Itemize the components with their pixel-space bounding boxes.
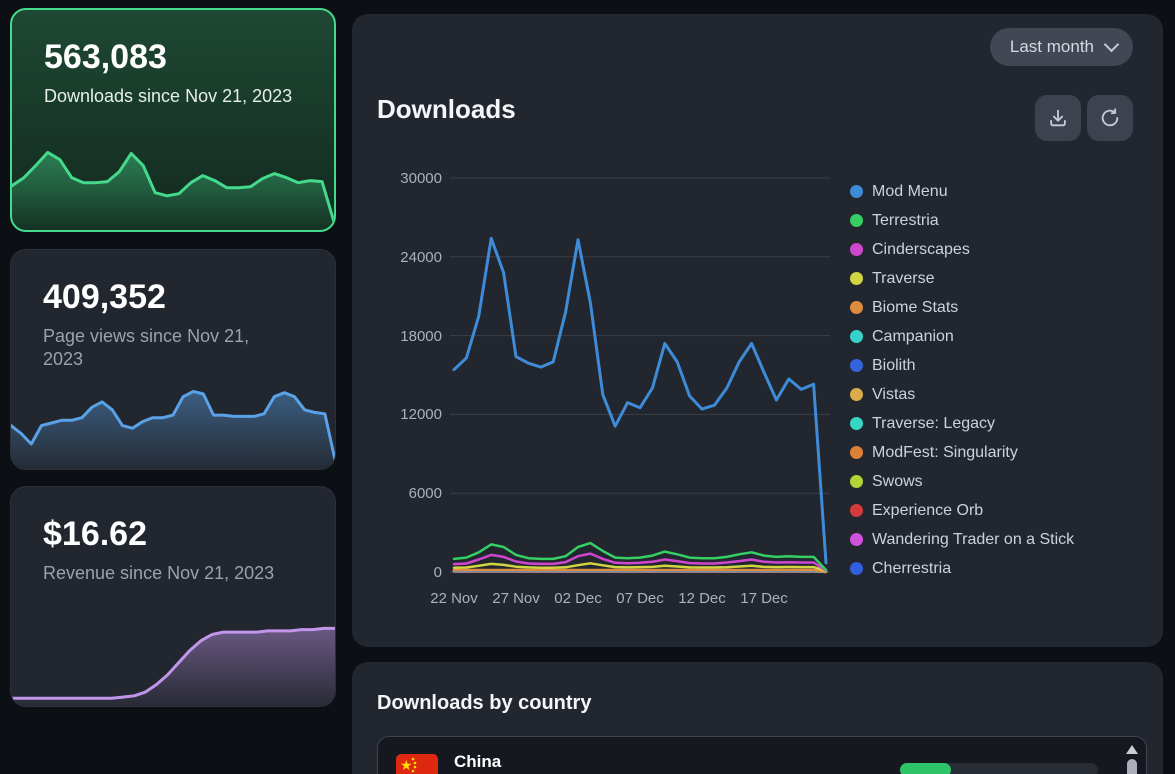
legend-label: Wandering Trader on a Stick <box>872 531 1074 549</box>
legend-label: Biolith <box>872 357 916 375</box>
downloads-total-label: Downloads since Nov 21, 2023 <box>44 85 294 108</box>
legend-item[interactable]: Wandering Trader on a Stick <box>850 525 1074 554</box>
downloads-panel-title: Downloads <box>377 94 516 125</box>
stat-card-page-views[interactable]: 409,352 Page views since Nov 21, 2023 <box>10 249 336 470</box>
legend-item[interactable]: Terrestria <box>850 206 1074 235</box>
legend-dot-icon <box>850 475 863 488</box>
stat-card-revenue[interactable]: $16.62 Revenue since Nov 21, 2023 <box>10 486 336 707</box>
stat-card-downloads[interactable]: 563,083 Downloads since Nov 21, 2023 <box>10 8 336 232</box>
legend-item[interactable]: Mod Menu <box>850 177 1074 206</box>
download-icon <box>1047 107 1069 129</box>
x-axis-label: 12 Dec <box>678 590 726 607</box>
legend-dot-icon <box>850 243 863 256</box>
legend-dot-icon <box>850 301 863 314</box>
legend-item[interactable]: Traverse: Legacy <box>850 409 1074 438</box>
downloads-panel: Last month Downloads 0 6000 12000 18000 2400… <box>352 14 1163 647</box>
y-axis-label: 6000 <box>409 485 442 502</box>
date-range-selector[interactable]: Last month <box>990 28 1133 66</box>
country-name: China <box>454 752 501 772</box>
country-row[interactable]: ★ China <box>378 737 1146 774</box>
analytics-page: 563,083 Downloads since Nov 21, 2023 409… <box>0 0 1175 774</box>
legend-item[interactable]: Experience Orb <box>850 496 1074 525</box>
stat-sparkline-1 <box>11 381 335 469</box>
legend-dot-icon <box>850 417 863 430</box>
legend-dot-icon <box>850 330 863 343</box>
stat-sparkline-2 <box>11 618 335 706</box>
legend-dot-icon <box>850 214 863 227</box>
x-axis-label: 17 Dec <box>740 590 788 607</box>
y-axis-label: 18000 <box>400 328 442 345</box>
legend-item[interactable]: Swows <box>850 467 1074 496</box>
legend-label: Swows <box>872 473 923 491</box>
refresh-icon <box>1099 107 1121 129</box>
svg-text:★: ★ <box>400 757 413 773</box>
downloads-chart-x-axis: 22 Nov27 Nov02 Dec07 Dec12 Dec17 Dec <box>450 590 830 612</box>
legend-label: Traverse: Legacy <box>872 415 995 433</box>
stat-sparkline-0 <box>12 142 334 230</box>
country-list-scrollbar[interactable] <box>1125 743 1139 774</box>
country-progress-fill <box>900 763 951 774</box>
legend-label: Experience Orb <box>872 502 983 520</box>
x-axis-label: 27 Nov <box>492 590 540 607</box>
legend-dot-icon <box>850 562 863 575</box>
page-views-total: 409,352 <box>43 278 303 317</box>
legend-label: ModFest: Singularity <box>872 444 1018 462</box>
revenue-total-label: Revenue since Nov 21, 2023 <box>43 562 293 585</box>
legend-label: Traverse <box>872 270 935 288</box>
legend-label: Biome Stats <box>872 299 958 317</box>
downloads-by-country-panel: Downloads by country ★ China <box>352 662 1163 774</box>
refresh-chart-button[interactable] <box>1087 95 1133 141</box>
legend-dot-icon <box>850 272 863 285</box>
country-progress-bar <box>900 763 1098 774</box>
legend-label: Mod Menu <box>872 183 948 201</box>
y-axis-label: 30000 <box>400 170 442 187</box>
downloads-total: 563,083 <box>44 38 302 77</box>
legend-dot-icon <box>850 185 863 198</box>
revenue-total: $16.62 <box>43 515 303 554</box>
legend-dot-icon <box>850 388 863 401</box>
legend-item[interactable]: Biome Stats <box>850 293 1074 322</box>
legend-dot-icon <box>850 504 863 517</box>
legend-item[interactable]: Cinderscapes <box>850 235 1074 264</box>
legend-item[interactable]: Biolith <box>850 351 1074 380</box>
y-axis-label: 24000 <box>400 249 442 266</box>
scroll-up-arrow-icon[interactable] <box>1126 745 1138 754</box>
legend-item[interactable]: ModFest: Singularity <box>850 438 1074 467</box>
date-range-label: Last month <box>1010 37 1094 57</box>
downloads-chart-y-axis: 0 6000 12000 18000 24000 30000 <box>382 168 442 578</box>
x-axis-label: 22 Nov <box>430 590 478 607</box>
legend-item[interactable]: Cherrestria <box>850 554 1074 583</box>
legend-dot-icon <box>850 533 863 546</box>
country-list: ★ China <box>377 736 1147 774</box>
x-axis-label: 07 Dec <box>616 590 664 607</box>
legend-item[interactable]: Campanion <box>850 322 1074 351</box>
downloads-chart-plot <box>450 168 830 578</box>
legend-label: Cinderscapes <box>872 241 970 259</box>
scrollbar-thumb[interactable] <box>1127 759 1137 774</box>
legend-label: Cherrestria <box>872 560 951 578</box>
legend-label: Vistas <box>872 386 915 404</box>
country-panel-title: Downloads by country <box>377 692 591 715</box>
legend-label: Terrestria <box>872 212 939 230</box>
china-flag-icon: ★ <box>396 754 438 774</box>
x-axis-label: 02 Dec <box>554 590 602 607</box>
legend-dot-icon <box>850 359 863 372</box>
legend-item[interactable]: Vistas <box>850 380 1074 409</box>
chart-legend: Mod Menu Terrestria Cinderscapes Traverse Bi… <box>850 177 1074 583</box>
y-axis-label: 12000 <box>400 406 442 423</box>
chevron-down-icon <box>1104 37 1120 53</box>
y-axis-label: 0 <box>434 564 442 581</box>
export-chart-button[interactable] <box>1035 95 1081 141</box>
legend-label: Campanion <box>872 328 954 346</box>
legend-dot-icon <box>850 446 863 459</box>
page-views-total-label: Page views since Nov 21, 2023 <box>43 325 293 372</box>
legend-item[interactable]: Traverse <box>850 264 1074 293</box>
